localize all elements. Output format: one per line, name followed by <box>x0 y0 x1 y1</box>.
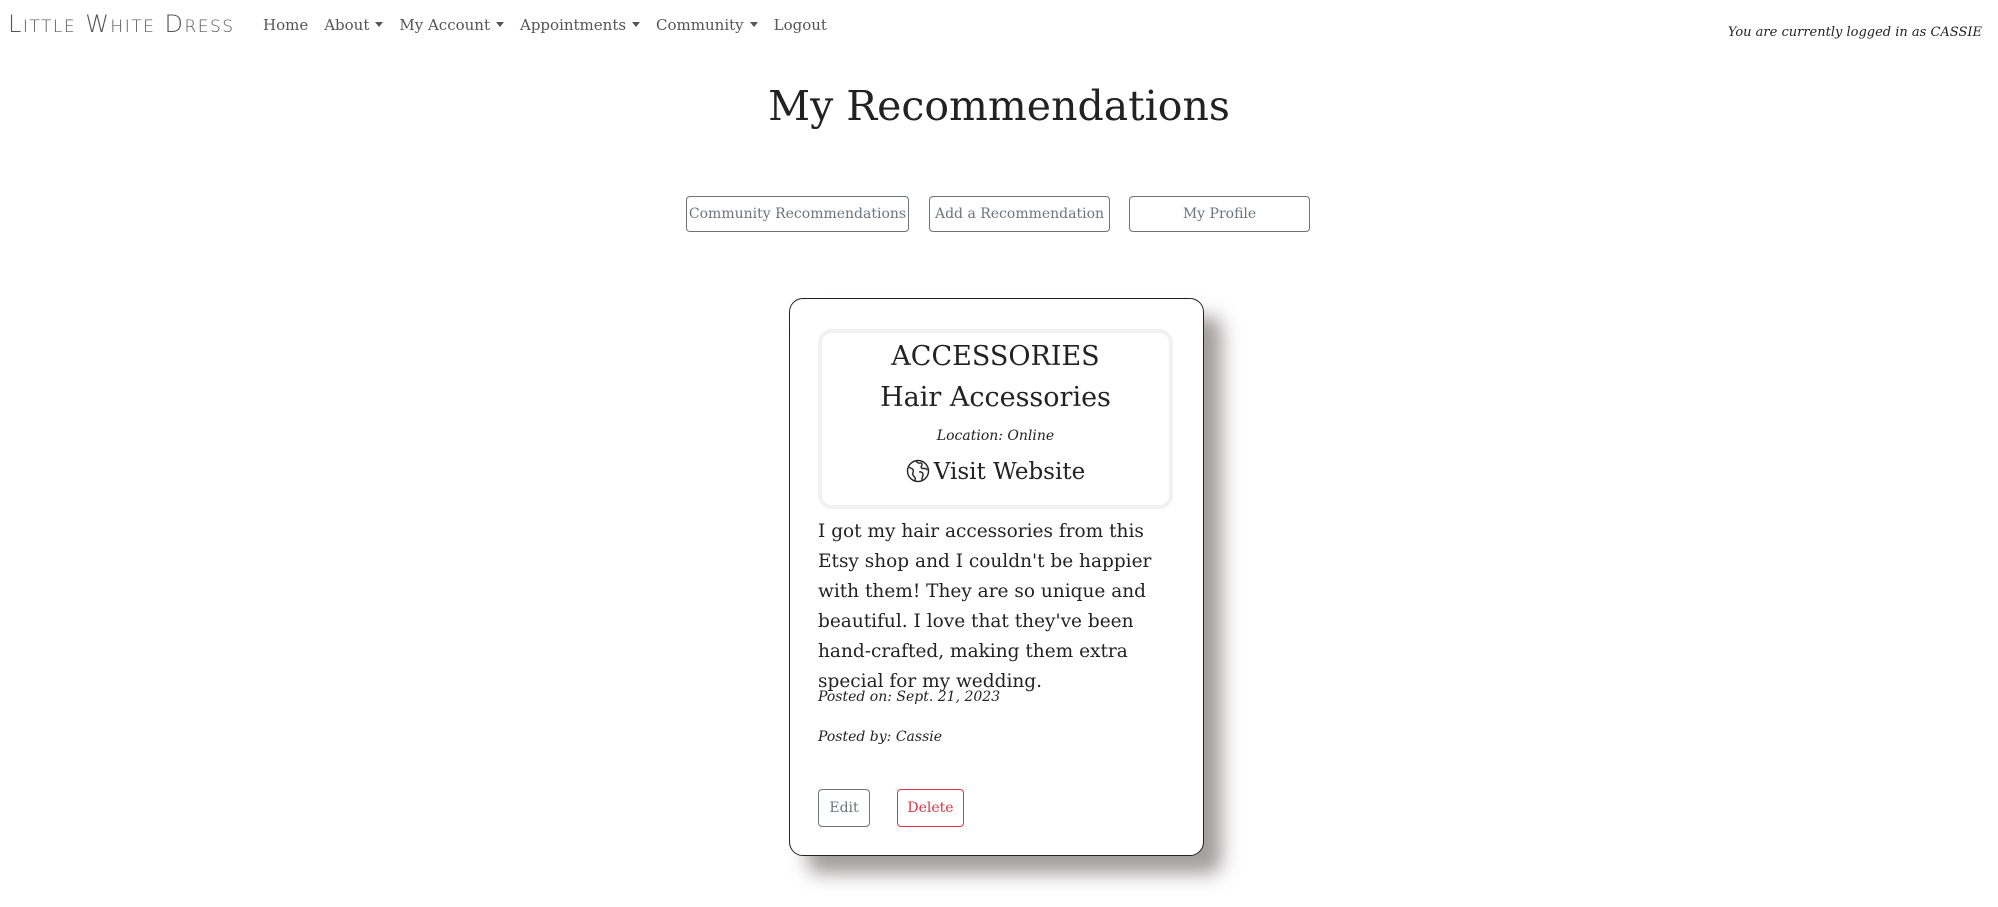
caret-down-icon <box>749 22 758 27</box>
edit-button[interactable]: Edit <box>818 789 870 827</box>
nav-community-label: Community <box>656 16 744 34</box>
nav-appointments-dropdown[interactable]: Appointments <box>520 16 641 34</box>
nav-community-dropdown[interactable]: Community <box>656 16 758 34</box>
nav-about-dropdown[interactable]: About <box>324 16 384 34</box>
nav-home[interactable]: Home <box>263 16 308 34</box>
delete-button[interactable]: Delete <box>897 789 964 827</box>
nav-about-label: About <box>324 16 370 34</box>
caret-down-icon <box>632 22 641 27</box>
recommendation-description: I got my hair accessories from this Etsy… <box>818 521 1152 692</box>
nav-my-account-label: My Account <box>399 16 490 34</box>
caret-down-icon <box>496 22 504 27</box>
recommendation-header: ACCESSORIES Hair Accessories Location: O… <box>818 329 1173 509</box>
nav-home-label: Home <box>263 16 309 34</box>
visit-website-link[interactable]: Visit Website <box>822 459 1169 485</box>
nav-appointments-label: Appointments <box>520 16 627 34</box>
my-profile-button[interactable]: My Profile <box>1129 196 1310 232</box>
nav-logout[interactable]: Logout <box>774 16 827 34</box>
community-recommendations-button[interactable]: Community Recommendations <box>686 196 909 232</box>
nav-my-account-dropdown[interactable]: My Account <box>399 16 504 34</box>
brand-logo[interactable]: Little White Dress <box>8 10 235 38</box>
recommendation-subcategory: Hair Accessories <box>880 382 1111 413</box>
recommendation-location: Location: Online <box>936 428 1055 444</box>
page-title: My Recommendations <box>768 82 1230 130</box>
recommendation-card: ACCESSORIES Hair Accessories Location: O… <box>789 298 1204 856</box>
top-navbar: Little White Dress Home About My Account… <box>0 0 1998 52</box>
posted-by: Posted by: Cassie <box>818 729 943 745</box>
caret-down-icon <box>375 22 384 27</box>
recommendation-category: ACCESSORIES <box>891 341 1100 372</box>
add-recommendation-button[interactable]: Add a Recommendation <box>929 196 1110 232</box>
nav-links: Home About My Account Appointments Commu… <box>263 16 843 34</box>
nav-logout-label: Logout <box>773 16 827 34</box>
visit-website-label: Visit Website <box>933 459 1086 485</box>
posted-on: Posted on: Sept. 21, 2023 <box>818 689 1001 705</box>
globe-icon <box>906 459 929 483</box>
login-status: You are currently logged in as CASSIE <box>1727 25 1982 40</box>
